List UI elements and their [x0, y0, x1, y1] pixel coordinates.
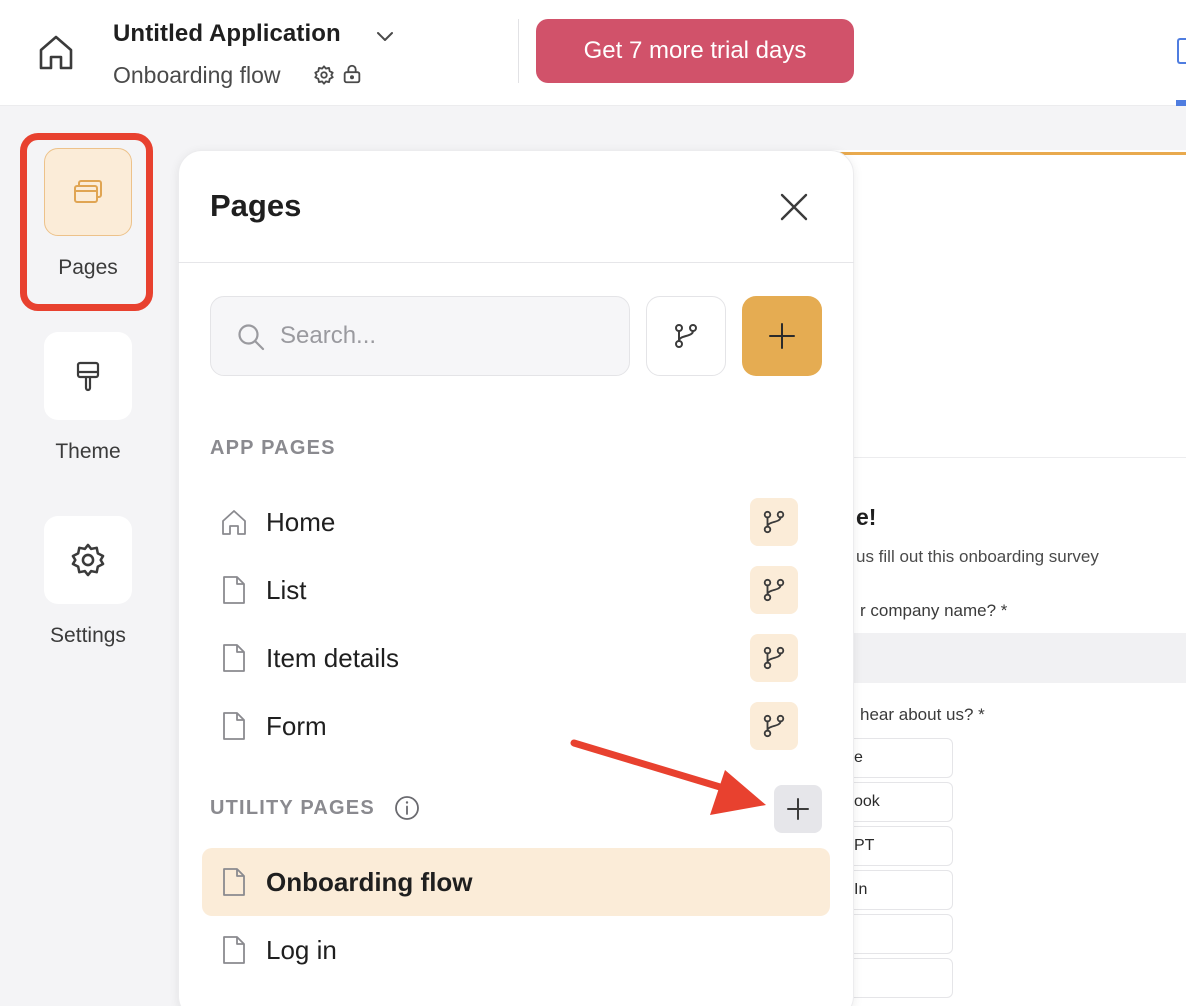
file-icon [223, 644, 245, 672]
page-item-label: List [266, 575, 307, 605]
page-item-label: Form [266, 711, 327, 741]
rail-label-settings: Settings [50, 624, 126, 647]
file-icon [223, 868, 245, 896]
canvas-heading: e! [856, 504, 877, 530]
page-item-list[interactable]: List [202, 556, 830, 624]
page-item-label: Item details [266, 643, 399, 673]
app-pages-heading: APP PAGES [210, 437, 336, 459]
annotation-highlight-box [20, 133, 153, 311]
page-item-onboarding-flow[interactable]: Onboarding flow [202, 848, 830, 916]
right-edge-tab-indicator [1176, 100, 1186, 106]
branch-icon [675, 324, 697, 348]
branch-icon [763, 578, 785, 602]
page-item-item-details[interactable]: Item details [202, 624, 830, 692]
plus-icon [769, 323, 795, 349]
canvas-subtext: us fill out this onboarding survey [856, 547, 1099, 566]
page-flow-button[interactable] [750, 566, 798, 614]
page-flow-button[interactable] [750, 634, 798, 682]
info-icon[interactable] [394, 795, 420, 821]
rail-item-settings[interactable] [44, 516, 132, 604]
chevron-down-icon[interactable] [374, 25, 396, 47]
page-item-label: Log in [266, 935, 337, 965]
search-input[interactable] [280, 312, 610, 360]
paint-roller-icon [76, 361, 100, 392]
app-title[interactable]: Untitled Application [113, 20, 341, 48]
page-item-log-in[interactable]: Log in [202, 916, 830, 984]
canvas-question-source: hear about us? * [860, 705, 985, 724]
home-icon [39, 35, 73, 70]
canvas-company-input[interactable] [830, 633, 1186, 683]
close-icon [780, 193, 808, 221]
trial-extension-button[interactable]: Get 7 more trial days [536, 19, 854, 83]
branch-icon [763, 646, 785, 670]
rail-item-theme[interactable] [44, 332, 132, 420]
right-edge-control[interactable] [1177, 38, 1186, 64]
current-flow-name: Onboarding flow [113, 62, 281, 88]
file-icon [223, 712, 245, 740]
flow-settings-icon[interactable] [313, 64, 335, 86]
close-panel-button[interactable] [775, 188, 813, 226]
canvas-divider [830, 457, 1186, 458]
page-flow-button[interactable] [646, 296, 726, 376]
page-flow-button[interactable] [750, 498, 798, 546]
page-item-label: Onboarding flow [266, 867, 473, 897]
page-item-label: Home [266, 507, 336, 537]
plus-icon [787, 798, 809, 820]
add-utility-page-button[interactable] [774, 785, 822, 833]
header-divider [518, 19, 519, 83]
file-icon [223, 576, 245, 604]
canvas-top-accent [830, 152, 1186, 155]
lock-icon[interactable] [341, 63, 363, 85]
add-page-button[interactable] [742, 296, 822, 376]
rail-label-theme: Theme [55, 440, 121, 463]
panel-title: Pages [210, 188, 302, 223]
panel-header-divider [178, 262, 854, 263]
gear-icon [71, 543, 105, 577]
utility-pages-heading: UTILITY PAGES [210, 797, 375, 819]
page-item-home[interactable]: Home [202, 488, 830, 556]
file-icon [223, 936, 245, 964]
canvas-question-company: r company name? * [860, 601, 1008, 620]
annotation-arrow [570, 739, 766, 815]
home-button[interactable] [34, 30, 78, 74]
branch-icon [763, 510, 785, 534]
home-icon [222, 510, 246, 535]
search-icon [238, 324, 265, 351]
